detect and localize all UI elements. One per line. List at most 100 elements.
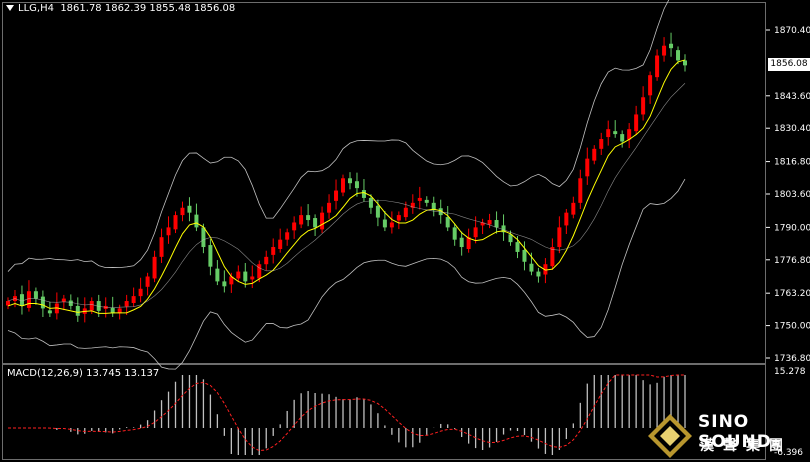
sino-sound-logo: SINO SOUND 漢聲集團 — [640, 408, 810, 462]
candle-body — [459, 237, 464, 248]
candle-body — [522, 249, 527, 262]
price-tick-label: 1816.80 — [774, 158, 810, 168]
candle-body — [68, 300, 73, 306]
logo-text-chinese: 漢聲集團 — [700, 438, 792, 454]
candle-body — [375, 205, 380, 218]
candle-body — [194, 214, 199, 228]
candle-body — [208, 245, 213, 267]
candle-body — [271, 247, 276, 255]
candle-body — [368, 197, 373, 208]
candle-body — [257, 264, 262, 279]
candle-body — [515, 242, 520, 252]
bollinger-middle-band — [7, 83, 686, 308]
candle-body — [403, 207, 408, 218]
price-tick-label: 1763.20 — [774, 289, 810, 299]
candle-body — [669, 43, 674, 49]
candle-body — [124, 301, 129, 307]
candle-body — [19, 294, 24, 306]
candle-body — [47, 310, 52, 314]
candle-body — [452, 227, 457, 240]
candle-body — [327, 202, 332, 213]
candle-body — [599, 139, 604, 149]
candle-body — [250, 276, 255, 280]
price-chart[interactable]: 1870.40 1843.60 1830.40 1816.80 1803.60 1790.… — [0, 0, 810, 462]
candle-body — [487, 220, 492, 225]
candle-body — [152, 256, 157, 279]
price-tick-label: 1843.60 — [774, 92, 810, 102]
candle-body — [61, 298, 66, 302]
candle-body — [26, 291, 31, 308]
candle-body — [285, 232, 290, 240]
candle-body — [606, 129, 611, 138]
moving-average-line — [7, 59, 686, 314]
candle-body — [529, 263, 534, 272]
macd-signal-line — [8, 374, 685, 452]
candle-body — [89, 301, 94, 311]
candle-body — [306, 215, 311, 221]
candle-body — [201, 227, 206, 248]
macd-label: MACD(12,26,9) 13.745 13.137 — [7, 368, 160, 379]
diamond-logo-icon — [648, 414, 692, 458]
candle-body — [424, 199, 429, 203]
candle-body — [676, 50, 681, 61]
candle-body — [445, 217, 450, 228]
candle-body — [292, 222, 297, 231]
candle-body — [145, 276, 150, 287]
price-tick-label: 1750.00 — [774, 322, 810, 332]
candle-body — [215, 268, 220, 282]
candle-body — [354, 181, 359, 189]
candle-body — [655, 55, 660, 78]
candle-body — [131, 296, 136, 304]
candle-body — [264, 256, 269, 265]
candle-body — [683, 60, 687, 66]
candle-body — [173, 215, 178, 230]
candle-body — [613, 131, 618, 135]
candle-body — [236, 271, 241, 279]
candle-body — [585, 158, 590, 177]
candle-body — [166, 227, 171, 236]
price-tick-label: 1776.80 — [774, 256, 810, 266]
candle-body — [578, 178, 583, 203]
candle-body — [243, 271, 248, 282]
candle-body — [557, 227, 562, 248]
candle-body — [187, 205, 192, 213]
price-tick-label: 1830.40 — [774, 124, 810, 134]
bollinger-upper-band — [7, 0, 670, 272]
candle-body — [634, 114, 639, 132]
candle-body — [662, 45, 667, 56]
candle-body — [641, 97, 646, 115]
candle-body — [417, 197, 422, 201]
candle-body — [382, 219, 387, 228]
candle-body — [313, 218, 318, 228]
candle-body — [494, 220, 499, 228]
candle-body — [40, 296, 45, 309]
candle-body — [648, 75, 653, 96]
price-tick-label: 1790.00 — [774, 223, 810, 233]
candle-body — [278, 239, 283, 249]
candle-body — [396, 215, 401, 221]
candle-body — [159, 237, 164, 257]
candle-body — [75, 305, 80, 316]
candle-body — [138, 288, 143, 297]
candle-body — [564, 212, 569, 226]
candle-body — [473, 227, 478, 238]
candle-body — [33, 291, 38, 299]
candle-body — [320, 212, 325, 230]
candle-body — [222, 281, 227, 287]
macd-scale-top: 15.278 — [774, 367, 806, 377]
candle-body — [180, 207, 185, 216]
candle-body — [389, 222, 394, 228]
price-tick-label: 1736.80 — [774, 354, 810, 364]
candle-body — [299, 215, 304, 225]
candle-body — [571, 202, 576, 215]
candle-body — [6, 301, 10, 306]
candle-body — [334, 190, 339, 201]
candle-body — [347, 178, 352, 184]
candle-body — [592, 148, 597, 161]
candle-body — [361, 190, 366, 198]
candle-body — [341, 178, 346, 193]
candle-body — [620, 134, 625, 142]
price-tick-label: 1803.60 — [774, 190, 810, 200]
bollinger-lower-band — [7, 178, 686, 370]
candle-body — [536, 271, 541, 277]
